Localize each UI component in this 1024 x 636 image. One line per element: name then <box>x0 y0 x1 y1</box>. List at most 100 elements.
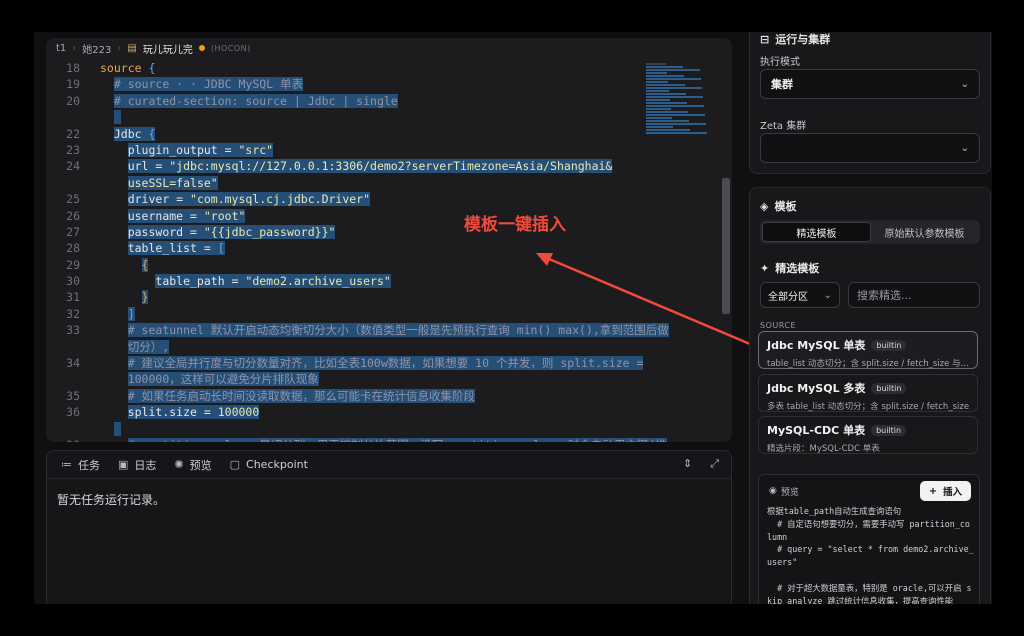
code-line[interactable]: 24 url = "jdbc:mysql://127.0.0.1:3306/de… <box>46 158 706 174</box>
tab-curated-templates[interactable]: 精选模板 <box>762 222 871 242</box>
code-line[interactable]: 23 plugin_output = "src" <box>46 142 706 158</box>
code-line[interactable]: 切分）, <box>46 339 706 355</box>
template-item[interactable]: Jdbc MySQL 单表 builtin table_list 动态切分；含 s… <box>758 331 978 369</box>
code-token: "{{jdbc_password}}" <box>203 224 336 239</box>
tab-default-templates[interactable]: 原始默认参数模板 <box>871 222 978 242</box>
selected-text: 切分）, <box>127 339 170 354</box>
editor-scrollbar[interactable] <box>722 178 730 314</box>
code-line[interactable]: 22 Jdbc { <box>46 126 706 142</box>
curated-section-title: 精选模板 <box>775 262 820 275</box>
collapse-toggle-icon[interactable]: ⇕ <box>683 457 692 471</box>
line-content: source { <box>80 60 155 76</box>
line-content: password = "{{jdbc_password}}" <box>80 224 336 240</box>
code-line[interactable]: 34 # 建议全局并行度与切分数量对齐，比如全表100w数据，如果想要 10 个… <box>46 355 706 371</box>
code-line[interactable]: 19 # source · · JDBC MySQL 单表 <box>46 76 706 92</box>
maximize-icon[interactable]: ⤢ <box>710 457 719 471</box>
run-card-header: ⊟ 运行与集群 <box>760 32 830 47</box>
file-icon: ▤ <box>127 42 137 54</box>
tab-label: 日志 <box>134 458 157 472</box>
code-line[interactable]: 100000，这样可以避免分片排队现象 <box>46 371 706 387</box>
minimap-line <box>646 123 706 125</box>
minimap-line <box>646 81 668 83</box>
code-line[interactable]: 38 # partition_column 是切分列，用于控制分片范围，没写 p… <box>46 437 706 442</box>
tab-preview[interactable]: ✺ 预览 <box>174 457 211 473</box>
code-line[interactable]: 31 } <box>46 289 706 305</box>
minimap-line <box>646 129 690 131</box>
line-content: Jdbc { <box>80 126 156 142</box>
code-area[interactable]: 18 source {19 # source · · JDBC MySQL 单表 2… <box>46 60 706 442</box>
line-number: 33 <box>66 323 80 338</box>
selected-text <box>113 110 121 125</box>
code-line[interactable]: 27 password = "{{jdbc_password}}" <box>46 224 706 240</box>
run-card-title: 运行与集群 <box>775 33 831 46</box>
tab-logs[interactable]: ▣ 日志 <box>118 457 156 473</box>
partition-select[interactable]: 全部分区 ⌄ <box>760 282 840 308</box>
line-number: 31 <box>66 290 80 305</box>
code-line[interactable]: 28 table_list = [ <box>46 240 706 256</box>
tab-checkpoint[interactable]: ▢ Checkpoint <box>230 458 308 471</box>
code-line[interactable]: 33 # seatunnel 默认开启动态均衡切分大小（数值类型一般是先预执行查… <box>46 322 706 338</box>
line-number: 25 <box>66 192 80 207</box>
chevron-down-icon: ⌄ <box>960 142 969 154</box>
line-number: 26 <box>66 208 80 223</box>
minimap-line <box>646 75 684 77</box>
line-number: 22 <box>66 126 80 141</box>
code-line[interactable]: 32 ] <box>46 306 706 322</box>
selected-text: # seatunnel 默认开启动态均衡切分大小（数值类型一般是先预执行查询 m… <box>127 323 669 338</box>
bug-icon: ✺ <box>174 458 184 471</box>
zeta-select[interactable]: ⌄ <box>760 133 980 163</box>
minimap-line <box>646 117 672 119</box>
selected-text: driver = "com.mysql.cj.jdbc.Driver" <box>127 192 371 207</box>
preview-label: 预览 <box>780 487 799 498</box>
line-content: driver = "com.mysql.cj.jdbc.Driver" <box>80 191 371 207</box>
code-token: plugin_output = <box>127 142 239 157</box>
code-token: "src" <box>238 142 274 157</box>
insert-button[interactable]: + 插入 <box>920 481 971 501</box>
tab-tasks[interactable]: ≔ 任务 <box>61 457 100 473</box>
code-line[interactable]: 25 driver = "com.mysql.cj.jdbc.Driver" <box>46 191 706 207</box>
code-line[interactable]: 18 source { <box>46 60 706 76</box>
breadcrumb-folder[interactable]: 她223 <box>82 41 111 56</box>
code-line[interactable]: 20 # curated-section: source | Jdbc | si… <box>46 93 706 109</box>
preview-header: ◉ 预览 + 插入 <box>759 475 979 501</box>
minimap[interactable] <box>646 62 720 134</box>
line-number <box>46 371 80 387</box>
minimap-line <box>646 132 707 134</box>
minimap-line <box>646 78 701 80</box>
code-line[interactable] <box>46 109 706 125</box>
line-content: # curated-section: source | Jdbc | singl… <box>80 93 398 109</box>
template-search-input[interactable]: 搜索精选... <box>848 282 980 308</box>
minimap-line <box>646 93 686 95</box>
code-token: "demo2.archive_users" <box>245 274 391 289</box>
chevron-down-icon: ⌄ <box>960 78 969 90</box>
code-line[interactable]: 30 table_path = "demo2.archive_users" <box>46 273 706 289</box>
tab-label: 任务 <box>78 458 100 472</box>
line-content: # partition_column 是切分列，用于控制分片范围，没写 part… <box>80 437 667 442</box>
code-token: source <box>100 61 149 75</box>
selected-text: # 如果任务启动长时间没读取数据，那么可能卡在统计信息收集阶段 <box>127 388 476 403</box>
code-token: 100000 <box>217 405 260 420</box>
template-item[interactable]: MySQL-CDC 单表 builtin 精选片段：MySQL-CDC 单表 <box>758 416 978 454</box>
code-line[interactable]: 26 username = "root" <box>46 208 706 224</box>
code-line[interactable] <box>46 421 706 437</box>
code-line[interactable]: useSSL=false" <box>46 175 706 191</box>
code-token: { <box>148 61 156 75</box>
line-number: 35 <box>66 388 80 403</box>
selected-text: username = "root" <box>127 208 246 223</box>
code-line[interactable]: 36 split.size = 100000 <box>46 404 706 420</box>
breadcrumb-file[interactable]: 玩儿玩儿完 <box>143 41 193 56</box>
breadcrumb-project[interactable]: t1 <box>56 43 66 54</box>
sparkle-icon: ✦ <box>760 261 770 275</box>
code-token: [ <box>217 241 225 256</box>
code-line[interactable]: 29 { <box>46 257 706 273</box>
code-token: # seatunnel 默认开启动态均衡切分大小（数值类型一般是先预执行查询 m… <box>127 323 669 338</box>
mode-select[interactable]: 集群 ⌄ <box>760 69 980 99</box>
line-content: split.size = 100000 <box>80 404 260 420</box>
template-item[interactable]: Jdbc MySQL 多表 builtin 多表 table_list 动态切分；… <box>758 374 978 412</box>
code-line[interactable]: 35 # 如果任务启动长时间没读取数据，那么可能卡在统计信息收集阶段 <box>46 388 706 404</box>
